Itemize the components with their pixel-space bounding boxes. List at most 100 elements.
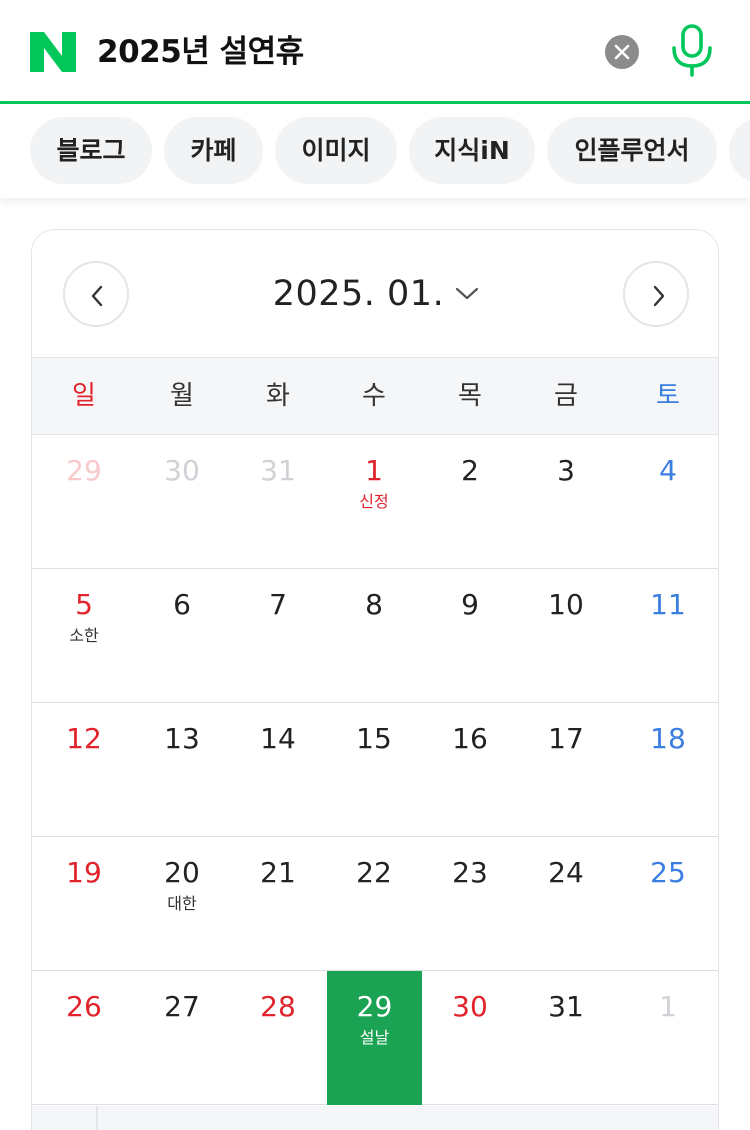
day-cell[interactable]: 9 [422,569,518,703]
day-cell[interactable]: 28 [230,971,326,1105]
weekday-header: 일 월 화 수 목 금 토 [32,357,718,435]
day-cell[interactable]: 14 [230,703,326,837]
search-tabs-bar: 블로그 카페 이미지 지식iN 인플루언서 [0,104,750,198]
day-cell[interactable]: 10 [518,569,614,703]
day-cell[interactable]: 18 [620,703,716,837]
month-label: 2025. 01. [272,274,445,314]
week-row: 26 27 28 29 설날 30 31 1 [32,971,718,1105]
weekday-sun: 일 [72,381,96,411]
day-cell[interactable]: 3 [518,435,614,569]
weekday-wed: 수 [362,381,386,411]
day-number: 28 [260,990,296,1023]
weekday-fri: 금 [554,381,578,411]
weekday-tue: 화 [266,381,290,411]
day-number: 14 [260,722,296,755]
day-cell[interactable]: 21 [230,837,326,971]
day-number: 13 [164,722,200,755]
solar-term-label: 대한 [167,894,197,913]
day-cell[interactable]: 29 [36,435,132,569]
day-cell[interactable]: 19 [36,837,132,971]
day-number: 20 [164,856,200,889]
day-cell[interactable]: 26 [36,971,132,1105]
day-cell[interactable]: 1 신정 [326,435,422,569]
day-number: 29 [66,454,102,487]
day-cell[interactable]: 30 [422,971,518,1105]
holiday-label: 신정 [359,492,389,511]
day-cell[interactable]: 15 [326,703,422,837]
day-number: 10 [548,588,584,621]
day-number: 17 [548,722,584,755]
day-cell[interactable]: 7 [230,569,326,703]
day-number: 31 [548,990,584,1023]
day-number: 18 [650,722,686,755]
day-number: 15 [356,722,392,755]
day-number: 24 [548,856,584,889]
day-number: 3 [557,454,575,487]
day-number: 11 [650,588,686,621]
day-number: 7 [269,588,287,621]
week-row: 29 30 31 1 신정 2 3 4 [32,435,718,569]
day-cell[interactable]: 4 [620,435,716,569]
close-icon [614,44,630,60]
weekday-sat: 토 [656,381,680,411]
tab-blog[interactable]: 블로그 [30,117,152,184]
day-cell[interactable]: 24 [518,837,614,971]
selected-day-cell[interactable]: 29 설날 [327,971,422,1105]
microphone-icon[interactable] [670,24,714,78]
solar-term-label: 소한 [69,626,99,645]
day-number: 31 [260,454,296,487]
day-number: 29 [356,990,393,1023]
day-cell[interactable]: 25 [620,837,716,971]
divider [96,1106,98,1130]
day-cell[interactable]: 20 대한 [134,837,230,971]
week-row: 5 소한 6 7 8 9 10 11 [32,569,718,703]
day-cell[interactable]: 31 [518,971,614,1105]
day-cell[interactable]: 11 [620,569,716,703]
day-cell[interactable]: 16 [422,703,518,837]
day-cell[interactable]: 2 [422,435,518,569]
clear-search-button[interactable] [605,35,639,69]
calendar-bottom-strip [32,1106,718,1130]
day-cell[interactable]: 22 [326,837,422,971]
search-query-text[interactable]: 2025년 설연휴 [97,30,304,74]
month-selector[interactable]: 2025. 01. [32,270,718,318]
day-number: 22 [356,856,392,889]
tab-more-partial[interactable] [729,117,750,184]
day-cell[interactable]: 8 [326,569,422,703]
tab-image[interactable]: 이미지 [275,117,397,184]
week-row: 12 13 14 15 16 17 18 [32,703,718,837]
tab-influencer[interactable]: 인플루언서 [547,117,717,184]
day-number: 1 [365,454,383,487]
day-cell[interactable]: 12 [36,703,132,837]
day-number: 5 [75,588,93,621]
week-row: 19 20 대한 21 22 23 24 25 [32,837,718,971]
naver-logo-icon[interactable] [30,32,76,72]
day-number: 23 [452,856,488,889]
day-number: 27 [164,990,200,1023]
tab-knowledge-in[interactable]: 지식iN [409,117,535,184]
day-number: 4 [659,454,677,487]
holiday-label: 설날 [359,1028,390,1047]
day-cell[interactable]: 31 [230,435,326,569]
day-number: 25 [650,856,686,889]
day-number: 30 [452,990,488,1023]
day-number: 19 [66,856,102,889]
day-number: 8 [365,588,383,621]
day-cell[interactable]: 13 [134,703,230,837]
chevron-down-icon [456,287,479,300]
day-cell[interactable]: 17 [518,703,614,837]
tab-cafe[interactable]: 카페 [164,117,263,184]
day-number: 12 [66,722,102,755]
day-cell[interactable]: 5 소한 [36,569,132,703]
day-number: 9 [461,588,479,621]
weekday-mon: 월 [170,381,194,411]
day-cell[interactable]: 1 [620,971,716,1105]
day-cell[interactable]: 30 [134,435,230,569]
day-cell[interactable]: 27 [134,971,230,1105]
day-cell[interactable]: 23 [422,837,518,971]
next-month-button[interactable] [623,261,689,327]
day-cell[interactable]: 6 [134,569,230,703]
chevron-right-icon [653,285,665,307]
day-number: 21 [260,856,296,889]
search-bar: 2025년 설연휴 [0,0,750,104]
